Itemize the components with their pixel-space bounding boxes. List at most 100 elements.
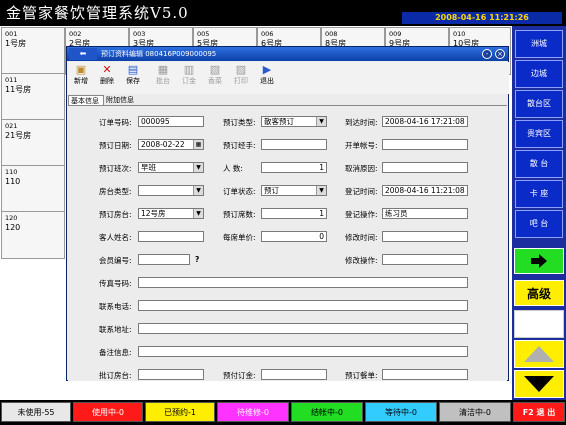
reservation-form: 订单号码: 000095 预订日期: 2008-02-22 ▦ 预订班次: 早班 ▼… — [68, 105, 507, 381]
shift-select[interactable]: 早班 ▼ — [138, 162, 204, 173]
cancel-reason-label: 取消原因: — [345, 164, 378, 173]
remark-field[interactable] — [138, 346, 468, 357]
scroll-down-button[interactable] — [514, 370, 564, 398]
exit-button[interactable]: F2 退 出 — [513, 402, 565, 422]
room-tile[interactable]: 001 1号房 — [1, 27, 65, 75]
chevron-down-icon: ▼ — [193, 209, 203, 218]
area-button[interactable]: 散台区 — [515, 90, 563, 118]
print-button[interactable]: ▨ 打印 — [230, 64, 252, 92]
people-field[interactable]: 1 — [261, 162, 327, 173]
deposit-field[interactable] — [261, 369, 327, 380]
card-no-field[interactable] — [382, 139, 468, 150]
fax-field[interactable] — [138, 277, 468, 288]
minimize-button[interactable]: - — [482, 49, 492, 59]
room-number: 008 — [325, 30, 338, 38]
order-type-select[interactable]: 散客预订 ▼ — [261, 116, 327, 127]
back-arrow-icon[interactable]: ⬅ — [69, 48, 97, 60]
room-label: 预订房台: — [99, 210, 132, 219]
add-label: 新增 — [74, 77, 88, 85]
order-no-field[interactable]: 000095 — [138, 116, 204, 127]
chevron-down-icon: ▼ — [316, 186, 326, 195]
delete-button[interactable]: ✕ 删除 — [96, 64, 118, 92]
order-type-value: 散客预订 — [264, 117, 294, 126]
next-button[interactable] — [514, 248, 564, 274]
app-window: 金管家餐饮管理系统V5.0 2008-04-16 11:21:26 001 1号房… — [0, 0, 566, 425]
reg-time-label: 登记时间: — [345, 187, 378, 196]
status-in-use[interactable]: 使用中-0 — [73, 402, 143, 422]
room-number: 003 — [133, 30, 146, 38]
title-bar: 金管家餐饮管理系统V5.0 2008-04-16 11:21:26 — [0, 0, 566, 26]
price-field[interactable]: 0 — [261, 231, 327, 242]
save-icon: ▤ — [127, 63, 139, 76]
people-label: 人 数: — [223, 164, 243, 173]
fax-label: 传真号码: — [99, 279, 132, 288]
member-field[interactable] — [138, 254, 190, 265]
order-date-value: 2008-02-22 — [141, 140, 185, 149]
reg-op-field[interactable]: 练习员 — [382, 208, 468, 219]
room-tile[interactable]: 011 11号房 — [1, 73, 65, 121]
order-menu-field[interactable] — [382, 369, 468, 380]
tab-extra-info[interactable]: 附加信息 — [104, 95, 148, 105]
area-button[interactable]: 边城 — [515, 60, 563, 88]
advanced-button[interactable]: 高级 — [514, 280, 564, 306]
scroll-up-button[interactable] — [514, 340, 564, 368]
status-cleaning[interactable]: 清洁中-0 — [439, 402, 511, 422]
cancel-reason-field[interactable] — [382, 162, 468, 173]
close-button[interactable]: × — [495, 49, 505, 59]
area-button[interactable]: 散 台 — [515, 150, 563, 178]
status-reserved[interactable]: 已预约-1 — [145, 402, 215, 422]
order-date-field[interactable]: 2008-02-22 ▦ — [138, 139, 204, 150]
batch-table-button[interactable]: ▦ 批台 — [152, 64, 174, 92]
tables-field[interactable]: 1 — [261, 208, 327, 219]
status-repair[interactable]: 待维修-0 — [217, 402, 289, 422]
area-button[interactable]: 吧 台 — [515, 210, 563, 238]
exit-label: 退出 — [260, 77, 274, 85]
mod-op-label: 修改操作: — [345, 256, 378, 265]
save-button[interactable]: ▤ 保存 — [122, 64, 144, 92]
room-tile[interactable]: 021 21号房 — [1, 119, 65, 167]
room-tile[interactable]: 120 120 — [1, 211, 65, 259]
price-label: 每席单价: — [223, 233, 256, 242]
calendar-icon[interactable]: ▦ — [193, 140, 203, 149]
mod-time-field[interactable] — [382, 231, 468, 242]
close-icon: × — [497, 50, 503, 58]
address-label: 联系地址: — [99, 325, 132, 334]
handler-field[interactable] — [261, 139, 327, 150]
shift-label: 预订班次: — [99, 164, 132, 173]
add-button[interactable]: ▣ 新增 — [70, 64, 92, 92]
arrive-time-field[interactable]: 2008-04-16 17:21:08 — [382, 116, 468, 127]
dialog-title-bar: ⬅ 预订资料编辑 080416P009000095 - × — [67, 47, 508, 61]
batch-table-label: 批台 — [156, 77, 170, 85]
phone-field[interactable] — [138, 300, 468, 311]
order-date-label: 预订日期: — [99, 141, 132, 150]
member-help[interactable]: ? — [195, 255, 199, 264]
blank-button[interactable] — [514, 310, 564, 338]
status-checkout[interactable]: 结帐中-0 — [291, 402, 363, 422]
room-select[interactable]: 12号房 ▼ — [138, 208, 204, 219]
guest-field[interactable] — [138, 231, 204, 242]
room-number: 001 — [5, 30, 18, 38]
chevron-down-icon: ▼ — [193, 163, 203, 172]
print-label: 打印 — [234, 77, 248, 85]
deposit-icon: ▥ — [183, 63, 195, 76]
room-name: 11号房 — [5, 85, 32, 94]
exit-dialog-button[interactable]: ▶ 退出 — [256, 64, 278, 92]
address-field[interactable] — [138, 323, 468, 334]
status-idle[interactable]: 未使用-55 — [1, 402, 71, 422]
mod-op-field[interactable] — [382, 254, 468, 265]
area-button[interactable]: 洲城 — [515, 30, 563, 58]
reg-time-field[interactable]: 2008-04-16 11:21:08 — [382, 185, 468, 196]
status-select[interactable]: 预订 ▼ — [261, 185, 327, 196]
area-button[interactable]: 贵宾区 — [515, 120, 563, 148]
deposit-button[interactable]: ▥ 订金 — [178, 64, 200, 92]
status-waiting[interactable]: 等待中-0 — [365, 402, 437, 422]
tab-basic-info[interactable]: 基本信息 — [68, 95, 104, 105]
room-tile[interactable]: 110 110 — [1, 165, 65, 213]
member-label: 会员编号: — [99, 256, 132, 265]
room-type-select[interactable]: ▼ — [138, 185, 204, 196]
area-button[interactable]: 卡 座 — [515, 180, 563, 208]
room-number: 110 — [5, 168, 18, 176]
batch-room-field[interactable] — [138, 369, 204, 380]
shift-value: 早班 — [141, 163, 156, 172]
dish-button[interactable]: ▧ 香菜 — [204, 64, 226, 92]
